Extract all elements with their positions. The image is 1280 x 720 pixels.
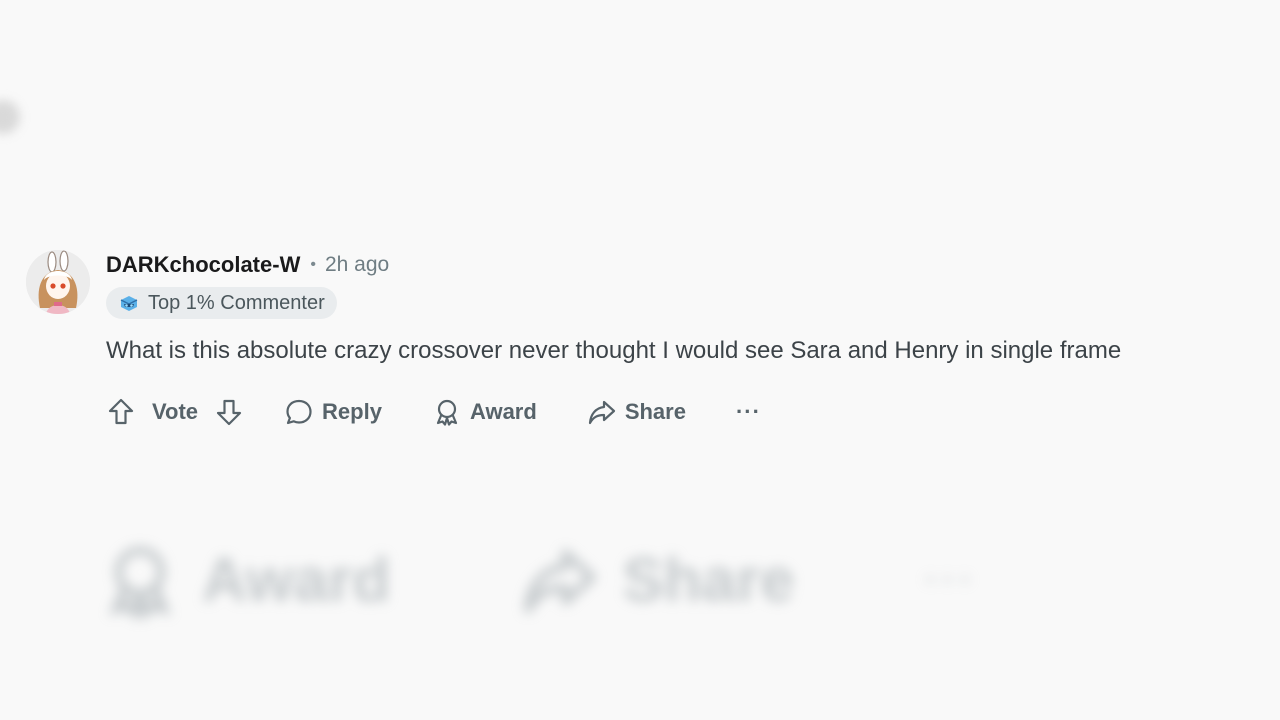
avatar[interactable] [26, 250, 90, 314]
share-arrow-icon [588, 400, 615, 425]
blurred-more: ··· [925, 558, 977, 603]
blurred-more-dots-icon: ··· [924, 557, 977, 602]
award-icon [436, 399, 458, 426]
blurred-action-row: Award Share ··· [100, 540, 977, 620]
downvote-icon[interactable] [214, 397, 244, 427]
share-label: Share [624, 399, 686, 424]
reply-label: Reply [322, 399, 382, 424]
comment-actions: Vote Reply Award Share ··· [106, 392, 1206, 432]
share-button[interactable]: Share [587, 397, 686, 427]
blurred-award: Award [100, 540, 390, 620]
username-link[interactable]: DARKchocolate-W [106, 252, 300, 278]
comment-bubble-icon [286, 399, 312, 425]
meta-separator: • [310, 256, 316, 273]
share-arrow-icon [524, 549, 597, 614]
comment-text: What is this absolute crazy crossover ne… [106, 337, 1122, 364]
comment-body: DARKchocolate-W • 2h ago Top 1% Commente… [106, 250, 1206, 432]
vote-count: Vote [152, 399, 199, 424]
award-label: Award [469, 399, 537, 424]
timestamp[interactable]: 2h ago [325, 253, 389, 277]
award-button[interactable]: Award [432, 397, 537, 427]
more-dots-icon: ··· [735, 399, 761, 424]
user-flair: Top 1% Commenter [106, 287, 337, 319]
commenter-badge-icon [120, 296, 138, 311]
flair-label: Top 1% Commenter [148, 291, 325, 314]
more-options-button[interactable]: ··· [736, 399, 761, 425]
upvote-icon[interactable] [106, 397, 136, 427]
blurred-edge-element [0, 100, 20, 134]
blurred-share: Share [520, 540, 795, 620]
reply-button[interactable]: Reply [284, 397, 382, 427]
vote-group: Vote [106, 397, 244, 427]
award-icon [108, 546, 172, 620]
bunny-girl-avatar-icon [26, 250, 90, 314]
blurred-award-label: Award [202, 545, 391, 615]
page: DARKchocolate-W • 2h ago Top 1% Commente… [0, 0, 1280, 720]
blurred-share-label: Share [622, 545, 795, 615]
comment-meta: DARKchocolate-W • 2h ago [106, 250, 1206, 280]
